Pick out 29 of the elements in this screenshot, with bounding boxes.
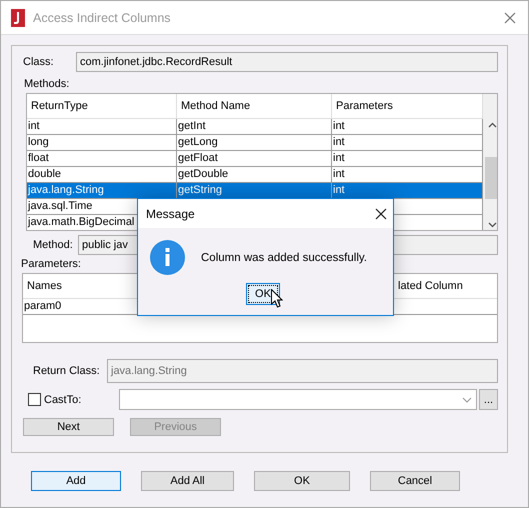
close-icon[interactable] <box>375 208 387 220</box>
class-field[interactable]: com.jinfonet.jdbc.RecordResult <box>76 52 498 72</box>
parameters-label: Parameters: <box>21 258 81 270</box>
scroll-down-icon[interactable] <box>488 222 496 228</box>
castto-checkbox[interactable] <box>28 393 41 406</box>
scroll-up-icon[interactable] <box>488 122 496 128</box>
dialog-button[interactable]: Cancel <box>370 471 460 491</box>
cursor-icon <box>271 289 283 308</box>
browse-button[interactable]: ... <box>479 389 498 410</box>
table-row[interactable]: double getDouble int <box>27 167 483 183</box>
dialog-button[interactable]: OK <box>254 471 350 491</box>
return-class-label: Return Class: <box>32 365 101 377</box>
chevron-down-icon <box>462 396 472 402</box>
message-text: Column was added successfully. <box>201 252 367 264</box>
table-row[interactable]: long getLong int <box>27 135 483 151</box>
dialog-button[interactable]: Add All <box>141 471 234 491</box>
scroll-bar[interactable] <box>483 94 497 230</box>
app-logo-icon <box>11 8 25 26</box>
table-row[interactable]: float getFloat int <box>27 151 483 167</box>
castto-label: CastTo: <box>44 394 82 406</box>
info-icon <box>150 240 185 275</box>
methods-label: Methods: <box>24 78 70 90</box>
table-row[interactable]: int getInt int <box>27 119 483 135</box>
window-title: Access Indirect Columns <box>33 10 172 24</box>
dialog-button[interactable]: Add <box>31 471 121 491</box>
method-label: Method: <box>32 239 74 251</box>
next-button[interactable]: Next <box>23 418 114 436</box>
table-row[interactable]: java.lang.String getString int <box>27 183 483 199</box>
class-label: Class: <box>22 56 55 68</box>
